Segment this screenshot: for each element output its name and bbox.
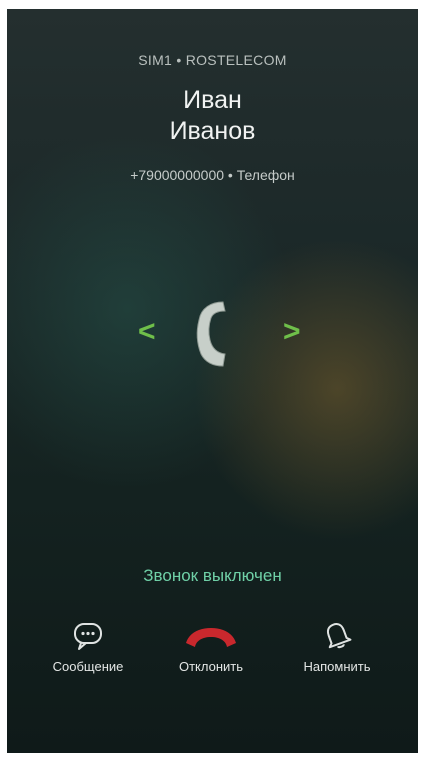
caller-last-name: Иванов <box>169 117 256 145</box>
swipe-right-arrow-icon: > <box>283 315 301 348</box>
message-button[interactable]: Сообщение <box>33 617 143 674</box>
decline-button[interactable]: Отклонить <box>156 617 266 674</box>
bell-icon <box>326 623 352 649</box>
sim-carrier-label: SIM1 • ROSTELECOM <box>138 52 287 68</box>
answer-handset-icon[interactable] <box>193 298 229 370</box>
decline-call-icon <box>186 628 236 647</box>
decline-button-label: Отклонить <box>178 659 244 674</box>
call-status-text: Звонок выключен <box>143 566 282 585</box>
message-icon <box>74 623 102 650</box>
swipe-left-arrow-icon: < <box>138 315 156 348</box>
incoming-call-screen: SIM1 • ROSTELECOM Иван Иванов +790000000… <box>7 9 418 753</box>
remind-button-label: Напомнить <box>303 659 371 674</box>
message-button-label: Сообщение <box>52 659 124 674</box>
caller-number: +79000000000 • Телефон <box>130 167 295 183</box>
remind-button[interactable]: Напомнить <box>282 617 392 674</box>
caller-first-name: Иван <box>183 86 242 114</box>
